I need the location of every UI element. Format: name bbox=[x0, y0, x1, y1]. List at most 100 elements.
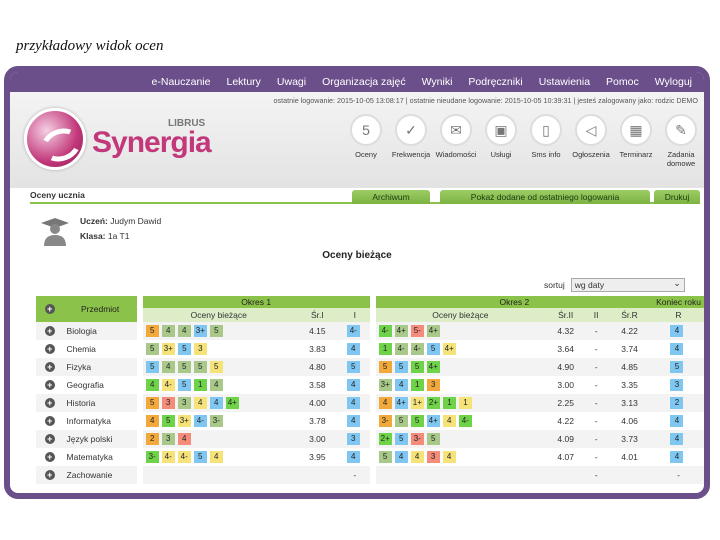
row-expand-cell[interactable]: + bbox=[36, 358, 64, 376]
final-grade-badge[interactable]: 5 bbox=[346, 361, 360, 373]
grade-badge[interactable]: 2+ bbox=[426, 397, 441, 409]
grade-badge[interactable]: 3+ bbox=[177, 415, 191, 427]
grade-badge[interactable]: 5 bbox=[378, 361, 392, 373]
row-expand-cell[interactable]: + bbox=[36, 340, 64, 358]
module-sms[interactable]: ▯ Sms info bbox=[524, 114, 568, 168]
nav-podreczniki[interactable]: Podręczniki bbox=[460, 76, 530, 88]
module-attendance[interactable]: ✓ Frekwencja bbox=[389, 114, 433, 168]
module-services[interactable]: ▣ Usługi bbox=[479, 114, 523, 168]
final-grade-badge[interactable]: 4- bbox=[346, 325, 360, 337]
archive-button[interactable]: Archiwum bbox=[352, 190, 430, 204]
grade-badge[interactable]: 5 bbox=[410, 415, 424, 427]
grade-badge[interactable]: 4 bbox=[442, 451, 456, 463]
grade-badge[interactable]: 4+ bbox=[225, 397, 239, 409]
grade-badge[interactable]: 4 bbox=[209, 379, 223, 391]
grade-badge[interactable]: 3- bbox=[378, 415, 392, 427]
module-calendar[interactable]: ▦ Terminarz bbox=[614, 114, 658, 168]
sort-select[interactable]: wg daty bbox=[570, 277, 685, 292]
grade-badge[interactable]: 3- bbox=[145, 451, 159, 463]
final-grade-badge[interactable]: 3 bbox=[670, 379, 684, 391]
grade-badge[interactable]: 4 bbox=[209, 397, 223, 409]
grade-badge[interactable]: 4 bbox=[145, 415, 159, 427]
nav-lektury[interactable]: Lektury bbox=[218, 76, 268, 88]
final-grade-badge[interactable]: 4 bbox=[346, 415, 360, 427]
grade-badge[interactable]: 4- bbox=[161, 379, 175, 391]
grade-badge[interactable]: 5 bbox=[378, 451, 392, 463]
grade-badge[interactable]: 3 bbox=[193, 343, 207, 355]
final-grade-badge[interactable]: 5 bbox=[670, 361, 684, 373]
grade-badge[interactable]: 3- bbox=[410, 433, 424, 445]
row-expand-cell[interactable]: + bbox=[36, 376, 64, 394]
grade-badge[interactable]: 4 bbox=[394, 451, 408, 463]
grade-badge[interactable]: 3 bbox=[161, 397, 175, 409]
row-expand-icon[interactable]: + bbox=[44, 326, 55, 336]
grade-badge[interactable]: 4 bbox=[145, 379, 159, 391]
grade-badge[interactable]: 4 bbox=[161, 361, 175, 373]
row-expand-icon[interactable]: + bbox=[44, 452, 55, 462]
grade-badge[interactable]: 4 bbox=[177, 433, 191, 445]
grade-badge[interactable]: 5 bbox=[426, 433, 440, 445]
grade-badge[interactable]: 4 bbox=[442, 415, 456, 427]
grade-badge[interactable]: 5 bbox=[426, 343, 440, 355]
grade-badge[interactable]: 5 bbox=[177, 343, 191, 355]
row-expand-icon[interactable]: + bbox=[44, 398, 55, 408]
nav-uwagi[interactable]: Uwagi bbox=[269, 76, 314, 88]
module-messages[interactable]: ✉ Wiadomości bbox=[434, 114, 478, 168]
grade-badge[interactable]: 1 bbox=[193, 379, 207, 391]
grade-badge[interactable]: 4 bbox=[177, 325, 191, 337]
row-expand-cell[interactable]: + bbox=[36, 322, 64, 340]
print-button[interactable]: Drukuj bbox=[654, 190, 700, 204]
services-icon[interactable]: ▣ bbox=[485, 114, 517, 146]
row-expand-cell[interactable]: + bbox=[36, 448, 64, 466]
grade-badge[interactable]: 5 bbox=[177, 361, 191, 373]
homework-icon[interactable]: ✎ bbox=[665, 114, 697, 146]
nav-ustawienia[interactable]: Ustawienia bbox=[531, 76, 598, 88]
sms-icon[interactable]: ▯ bbox=[530, 114, 562, 146]
final-grade-badge[interactable]: 4 bbox=[670, 325, 684, 337]
grade-badge[interactable]: 3 bbox=[426, 379, 440, 391]
expand-all-cell[interactable]: + bbox=[36, 296, 64, 322]
row-expand-cell[interactable]: + bbox=[36, 394, 64, 412]
final-grade-badge[interactable]: 4 bbox=[670, 433, 684, 445]
row-expand-cell[interactable]: + bbox=[36, 412, 64, 430]
grade-badge[interactable]: 4 bbox=[410, 451, 424, 463]
grade-badge[interactable]: 5 bbox=[145, 361, 159, 373]
final-grade-badge[interactable]: 4 bbox=[346, 397, 360, 409]
module-grades[interactable]: 5 Oceny bbox=[344, 114, 388, 168]
row-expand-icon[interactable]: + bbox=[44, 380, 55, 390]
grade-badge[interactable]: 4 bbox=[161, 325, 175, 337]
grade-badge[interactable]: 4- bbox=[161, 451, 175, 463]
grade-badge[interactable]: 3- bbox=[209, 415, 223, 427]
row-expand-icon[interactable]: + bbox=[44, 434, 55, 444]
final-grade-badge[interactable]: 4 bbox=[346, 379, 360, 391]
final-grade-badge[interactable]: 2 bbox=[670, 397, 684, 409]
nav-organizacja[interactable]: Organizacja zajęć bbox=[314, 76, 413, 88]
grade-badge[interactable]: 5 bbox=[177, 379, 191, 391]
grade-badge[interactable]: 4 bbox=[378, 397, 392, 409]
grade-badge[interactable]: 4- bbox=[193, 415, 207, 427]
grade-badge[interactable]: 4- bbox=[394, 343, 408, 355]
announcements-icon[interactable]: ◁ bbox=[575, 114, 607, 146]
grade-badge[interactable]: 4 bbox=[394, 379, 408, 391]
grade-badge[interactable]: 4+ bbox=[426, 361, 440, 373]
grade-badge[interactable]: 5 bbox=[410, 361, 424, 373]
grade-badge[interactable]: 2 bbox=[145, 433, 159, 445]
row-expand-icon[interactable]: + bbox=[44, 344, 55, 354]
grade-badge[interactable]: 4- bbox=[410, 343, 424, 355]
grade-badge[interactable]: 5 bbox=[209, 361, 223, 373]
grade-badge[interactable]: 5 bbox=[145, 397, 159, 409]
row-expand-cell[interactable]: + bbox=[36, 430, 64, 448]
final-grade-badge[interactable]: 4 bbox=[670, 451, 684, 463]
show-new-button[interactable]: Pokaż dodane od ostatniego logowania bbox=[440, 190, 650, 204]
grade-badge[interactable]: 4 bbox=[193, 397, 207, 409]
row-expand-icon[interactable]: + bbox=[44, 470, 55, 480]
grade-badge[interactable]: 5 bbox=[394, 415, 408, 427]
final-grade-badge[interactable]: 4 bbox=[346, 343, 360, 355]
grade-badge[interactable]: 5 bbox=[193, 451, 207, 463]
nav-wyniki[interactable]: Wyniki bbox=[414, 76, 461, 88]
final-grade-badge[interactable]: 4 bbox=[670, 343, 684, 355]
module-announcements[interactable]: ◁ Ogłoszenia bbox=[569, 114, 613, 168]
messages-icon[interactable]: ✉ bbox=[440, 114, 472, 146]
nav-wyloguj[interactable]: Wyloguj bbox=[647, 76, 700, 88]
grade-badge[interactable]: 4- bbox=[378, 325, 392, 337]
